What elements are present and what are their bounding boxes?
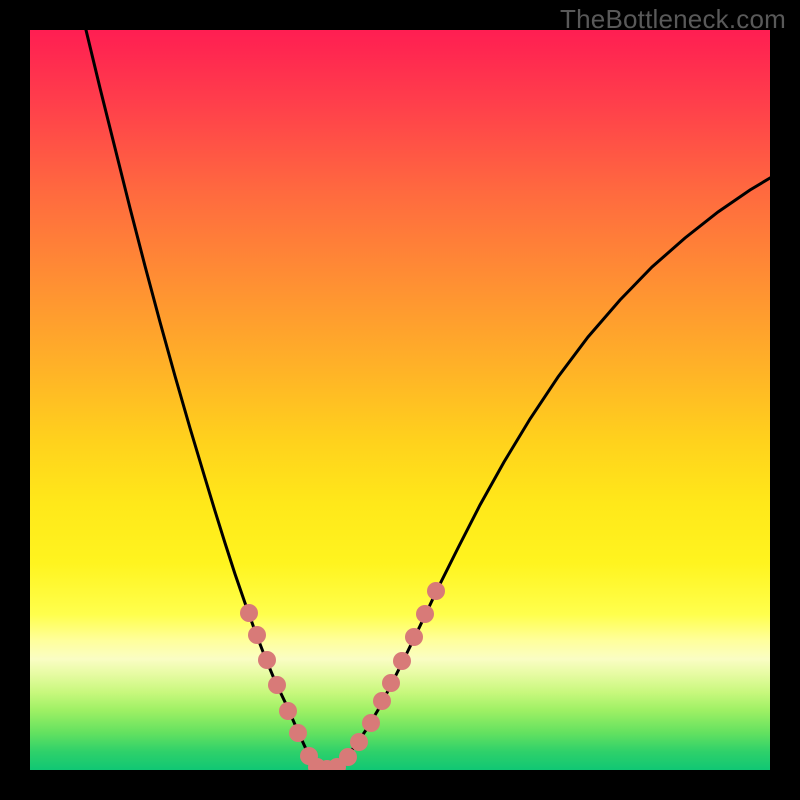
data-dot <box>362 714 380 732</box>
data-dot <box>393 652 411 670</box>
curve-left <box>86 30 326 769</box>
data-dot <box>382 674 400 692</box>
data-dot <box>339 748 357 766</box>
data-dot <box>240 604 258 622</box>
data-dot <box>427 582 445 600</box>
data-dot <box>289 724 307 742</box>
plot-area <box>30 30 770 770</box>
curve-overlay <box>30 30 770 770</box>
data-dot <box>258 651 276 669</box>
data-dot <box>248 626 266 644</box>
data-dots <box>240 582 445 770</box>
watermark-text: TheBottleneck.com <box>560 4 786 35</box>
data-dot <box>279 702 297 720</box>
data-dot <box>416 605 434 623</box>
data-dot <box>350 733 368 751</box>
chart-frame: TheBottleneck.com <box>0 0 800 800</box>
data-dot <box>373 692 391 710</box>
data-dot <box>268 676 286 694</box>
data-dot <box>405 628 423 646</box>
